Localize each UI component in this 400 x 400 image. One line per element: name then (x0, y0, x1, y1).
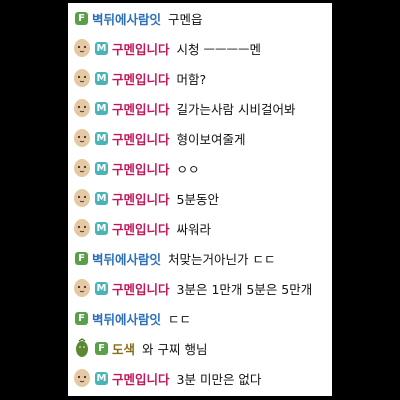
manager-badge-icon: M (95, 281, 108, 295)
manager-badge-icon: M (95, 71, 108, 85)
manager-badge-icon: M (95, 131, 108, 145)
message-text: 시청 ㅡㅡㅡㅡ멘 (176, 41, 261, 57)
message-text: ㄷㄷ (168, 311, 192, 327)
fan-badge-icon: F (95, 341, 108, 355)
chat-message: M 구멘입니다 형이보여줄게 (68, 123, 332, 153)
manager-badge-icon: M (95, 101, 108, 115)
message-text: 3분은 1만개 5분은 5만개 (176, 281, 313, 297)
username[interactable]: 벽뒤에사람잇 (92, 9, 161, 28)
username[interactable]: 구멘입니다 (112, 219, 170, 238)
chat-message: M 구멘입니다 길가는사람 시비걸어봐 (68, 93, 332, 123)
manager-badge-icon: M (95, 161, 108, 175)
peanut-avatar-icon (74, 159, 90, 177)
chat-message: F 벽뒤에사람잇 처맞는거아닌가 ㄷㄷ (68, 243, 332, 273)
chat-message: F 도색 와 구찌 행님 (68, 333, 332, 363)
chat-message: M 구멘입니다 5분동안 (68, 183, 332, 213)
peanut-avatar-icon (74, 39, 90, 57)
message-text: ㅇㅇ (176, 161, 200, 177)
peanut-avatar-icon (74, 129, 90, 147)
chat-message: M 구멘입니다 3분은 1만개 5분은 5만개 (68, 273, 332, 303)
fan-badge-icon: F (75, 311, 88, 325)
message-text: 와 구찌 행님 (142, 341, 208, 357)
chat-message: M 구멘입니다 싸워라 (68, 213, 332, 243)
username[interactable]: 구멘입니다 (112, 369, 170, 388)
fan-badge-icon: F (75, 11, 88, 25)
manager-badge-icon: M (95, 371, 108, 385)
username[interactable]: 구멘입니다 (112, 159, 170, 178)
username[interactable]: 구멘입니다 (112, 69, 170, 88)
username[interactable]: 구멘입니다 (112, 39, 170, 58)
chat-message: M 구멘입니다 머함? (68, 63, 332, 93)
message-text: 머함? (176, 71, 207, 87)
username[interactable]: 구멘입니다 (112, 189, 170, 208)
message-text: 싸워라 (176, 221, 212, 237)
peanut-avatar-icon (74, 189, 90, 207)
chat-message: M 구멘입니다 ㅇㅇ (68, 153, 332, 183)
chat-message: M 구멘입니다 시청 ㅡㅡㅡㅡ멘 (68, 33, 332, 63)
fan-badge-icon: F (75, 251, 88, 265)
message-text: 형이보여줄게 (176, 131, 246, 147)
username[interactable]: 벽뒤에사람잇 (92, 249, 161, 268)
username[interactable]: 벽뒤에사람잇 (92, 309, 161, 328)
peanut-avatar-icon (74, 279, 90, 297)
username[interactable]: 구멘입니다 (112, 279, 170, 298)
peanut-avatar-icon (74, 99, 90, 117)
chat-panel: F 벽뒤에사람잇 구멘읍 M 구멘입니다 시청 ㅡㅡㅡㅡ멘 M 구멘입니다 머함… (68, 3, 332, 396)
chat-message: F 벽뒤에사람잇 구멘읍 (68, 3, 332, 33)
message-text: 구멘읍 (168, 11, 203, 27)
manager-badge-icon: M (95, 221, 108, 235)
manager-badge-icon: M (95, 191, 108, 205)
manager-badge-icon: M (95, 41, 108, 55)
peanut-avatar-icon (74, 369, 90, 387)
username[interactable]: 도색 (112, 339, 135, 358)
message-text: 3분 미만은 없다 (176, 371, 262, 387)
chat-message: F 벽뒤에사람잇 ㄷㄷ (68, 303, 332, 333)
peanut-avatar-icon (74, 219, 90, 237)
username[interactable]: 구멘입니다 (112, 129, 170, 148)
username[interactable]: 구멘입니다 (112, 99, 170, 118)
message-text: 길가는사람 시비걸어봐 (176, 101, 296, 117)
chat-message: M 구멘입니다 3분 미만은 없다 (68, 363, 332, 393)
message-text: 처맞는거아닌가 ㄷㄷ (168, 251, 276, 267)
peanut-avatar-icon (74, 69, 90, 87)
cucumber-avatar-icon (76, 338, 88, 357)
message-text: 5분동안 (176, 191, 219, 207)
